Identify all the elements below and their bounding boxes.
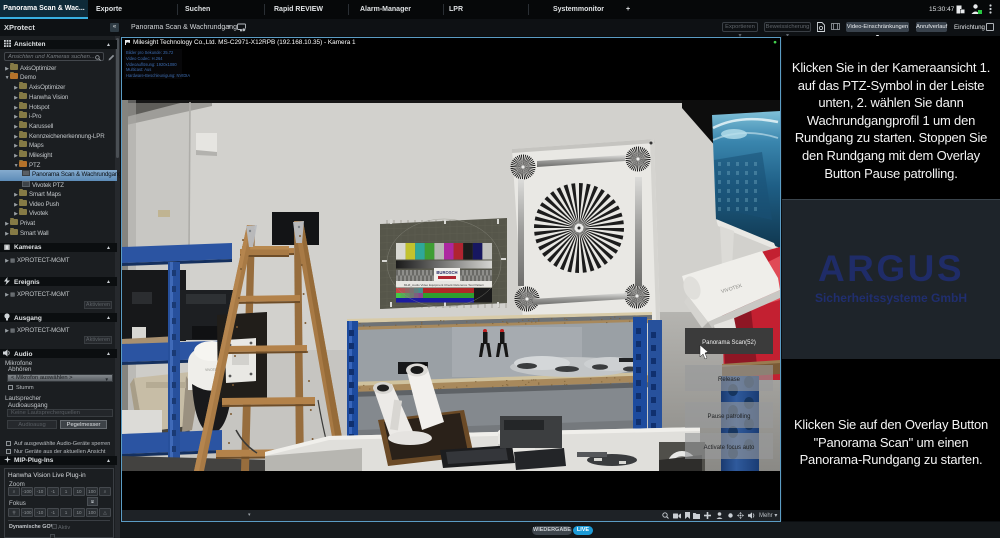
svg-text:Panorama Scan(52): Panorama Scan(52) — [702, 340, 756, 346]
svg-text:Release: Release — [718, 377, 741, 383]
svg-text:Pause patrolling: Pause patrolling — [707, 414, 750, 420]
svg-text:MHZ_Audio Video Equipment Chec: MHZ_Audio Video Equipment Check Referenc… — [404, 283, 485, 287]
svg-text:Activate focus auto: Activate focus auto — [704, 445, 755, 451]
svg-text:BUROSCH: BUROSCH — [436, 270, 457, 275]
